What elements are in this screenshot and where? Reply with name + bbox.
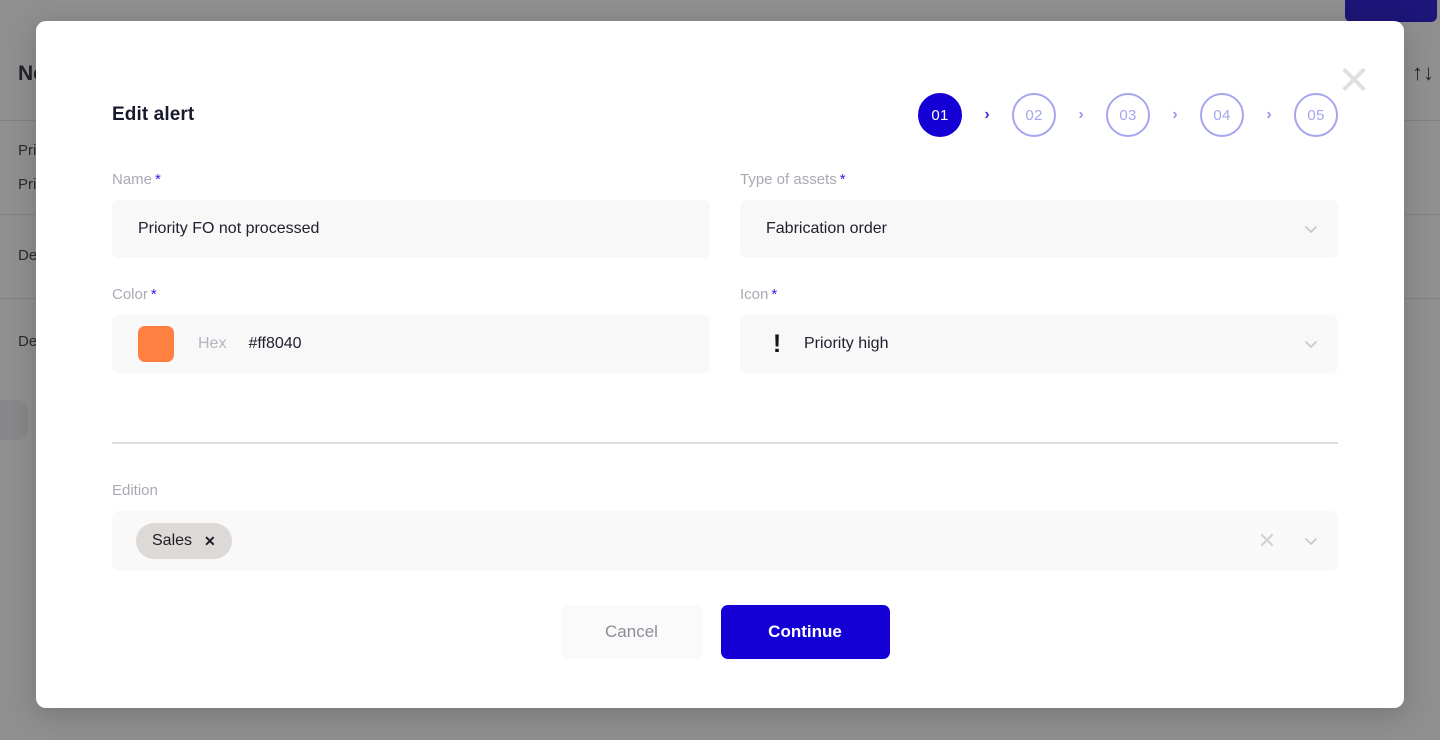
field-edition: Edition Sales ✕ ✕ [112,482,1338,571]
step-05[interactable]: 05 [1294,93,1338,137]
label-text: Icon [740,286,769,303]
priority-high-icon: ! [772,329,782,358]
field-label-name: Name * [112,171,710,189]
page-title: Edit alert [112,104,195,125]
name-input-value: Priority FO not processed [138,220,320,237]
field-name: Name * Priority FO not processed [112,171,710,258]
required-asterisk: * [150,286,157,303]
modal-footer: Cancel Continue [112,605,1338,659]
cancel-button[interactable]: Cancel [560,605,703,659]
label-text: Name [112,171,153,188]
chevron-down-icon[interactable] [1298,216,1324,242]
tag-label: Sales [152,532,193,549]
field-label-color: Color * [112,286,710,304]
field-color: Color * Hex #ff8040 [112,286,710,373]
section-divider [112,442,1338,444]
field-label-edition: Edition [112,482,158,499]
edition-tags: Sales ✕ [136,523,1252,559]
step-02[interactable]: 02 [1012,93,1056,137]
continue-button[interactable]: Continue [720,605,890,659]
color-input[interactable]: Hex #ff8040 [112,315,710,373]
modal-content: Edit alert 01 › 02 › 03 › 04 › 05 Name* [112,21,1338,708]
alert-form: Name * Priority FO not processed Type of … [112,171,1338,401]
hex-value: #ff8040 [248,335,302,352]
name-input[interactable]: Priority FO not processed [112,200,710,258]
required-asterisk: * [155,171,161,188]
step-separator: › [1172,106,1178,123]
step-separator: › [1266,106,1272,123]
label-text: Color [112,286,148,303]
tag-remove-icon[interactable]: ✕ [204,534,216,548]
color-swatch[interactable] [138,326,174,362]
label-text: Type of assets [740,171,837,188]
icon-select-value: Priority high [804,335,889,352]
modal-header: Edit alert 01 › 02 › 03 › 04 › 05 [112,89,1338,141]
required-asterisk: * [771,286,778,303]
type-of-assets-value: Fabrication order [766,220,887,237]
edit-alert-modal: ✕ Edit alert 01 › 02 › 03 › 04 › 05 Name… [36,21,1404,708]
step-04[interactable]: 04 [1200,93,1244,137]
field-label-icon: Icon * [740,286,1338,304]
close-icon[interactable]: ✕ [1332,59,1376,103]
required-asterisk: * [839,171,846,188]
step-01[interactable]: 01 [918,93,962,137]
field-icon: Icon * ! Priority high [740,286,1338,373]
edition-multiselect[interactable]: Sales ✕ ✕ [112,511,1338,571]
icon-select[interactable]: ! Priority high [740,315,1338,373]
step-separator: › [1078,106,1084,123]
hex-label: Hex [198,335,227,352]
chevron-down-icon[interactable] [1298,331,1324,357]
step-03[interactable]: 03 [1106,93,1150,137]
chevron-down-icon[interactable] [1298,528,1324,554]
step-indicator: 01 › 02 › 03 › 04 › 05 [918,93,1338,137]
field-label-type-of-assets: Type of assets * [740,171,1338,189]
clear-icon[interactable]: ✕ [1252,526,1282,556]
step-separator: › [984,106,990,123]
type-of-assets-select[interactable]: Fabrication order [740,200,1338,258]
tag-chip[interactable]: Sales ✕ [136,523,232,559]
field-type-of-assets: Type of assets * Fabrication order [740,171,1338,258]
